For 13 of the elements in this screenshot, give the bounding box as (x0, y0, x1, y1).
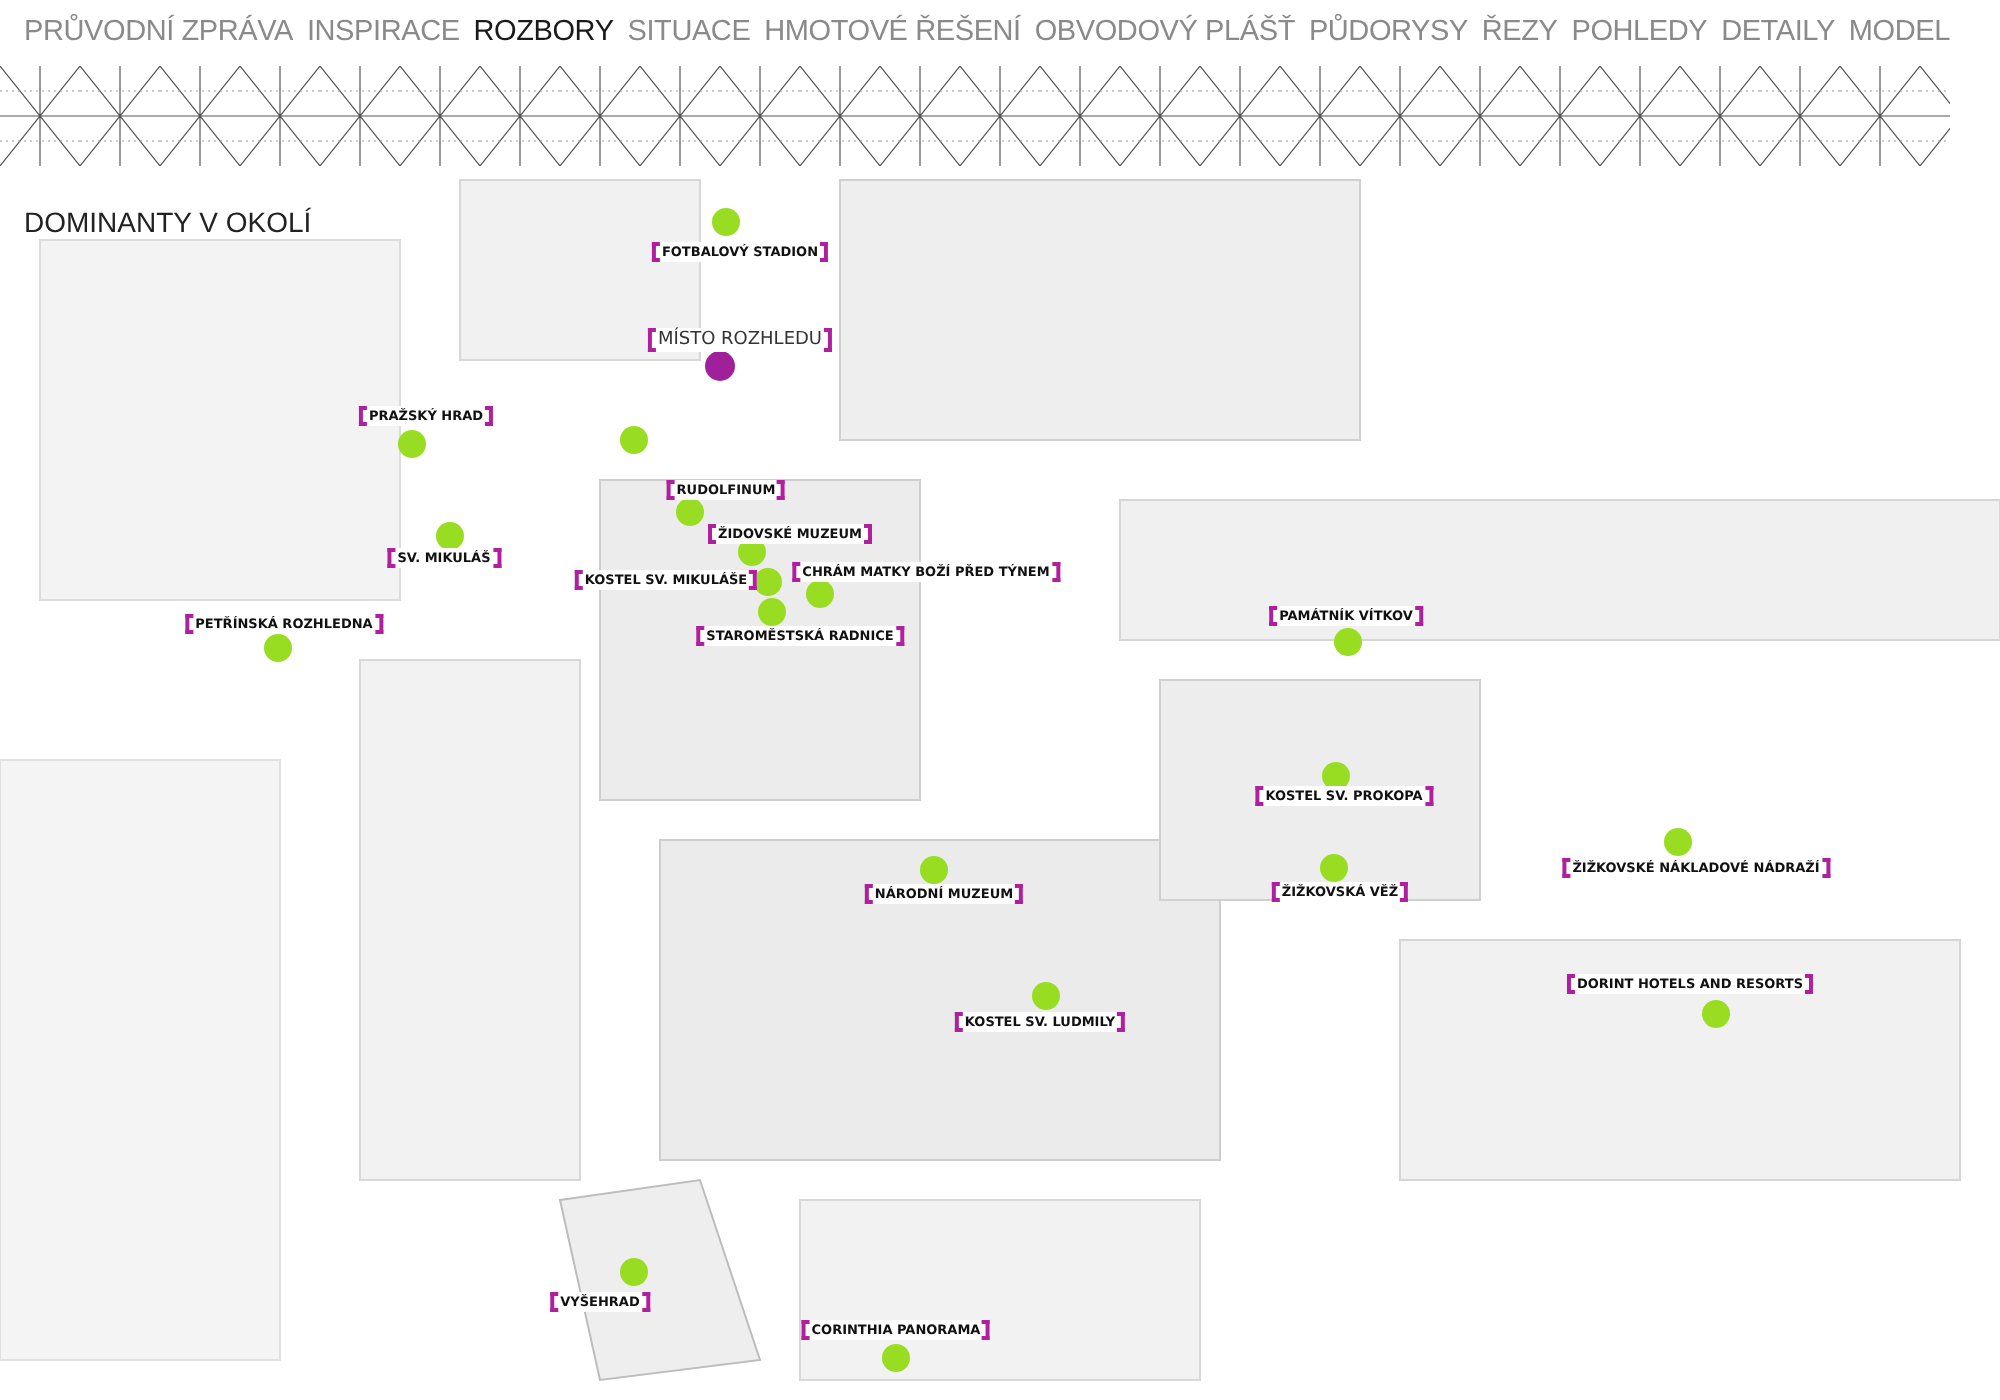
nav-tab[interactable]: POHLEDY (1571, 16, 1708, 66)
nav-tab[interactable]: PRŮVODNÍ ZPRÁVA (24, 16, 294, 66)
nav-tab[interactable]: PŮDORYSY (1308, 16, 1468, 66)
nav-tab[interactable]: OBVODOVÝ PLÁŠŤ (1034, 16, 1295, 66)
place-label: MÍSTO ROZHLEDU (647, 328, 833, 352)
nav-tab[interactable]: HMOTOVÉ ŘEŠENÍ (764, 16, 1021, 66)
nav-tab[interactable]: ŘEZY (1481, 16, 1558, 66)
nav-tab[interactable]: SITUACE (627, 16, 751, 66)
nav-tab[interactable]: DETAILY (1721, 16, 1835, 66)
nav-tab[interactable]: ROZBORY (473, 16, 614, 66)
nav-tab[interactable]: INSPIRACE (306, 16, 460, 66)
nav-tab[interactable]: MODEL (1848, 16, 1950, 66)
page-heading: DOMINANTY V OKOLÍ (24, 206, 314, 238)
